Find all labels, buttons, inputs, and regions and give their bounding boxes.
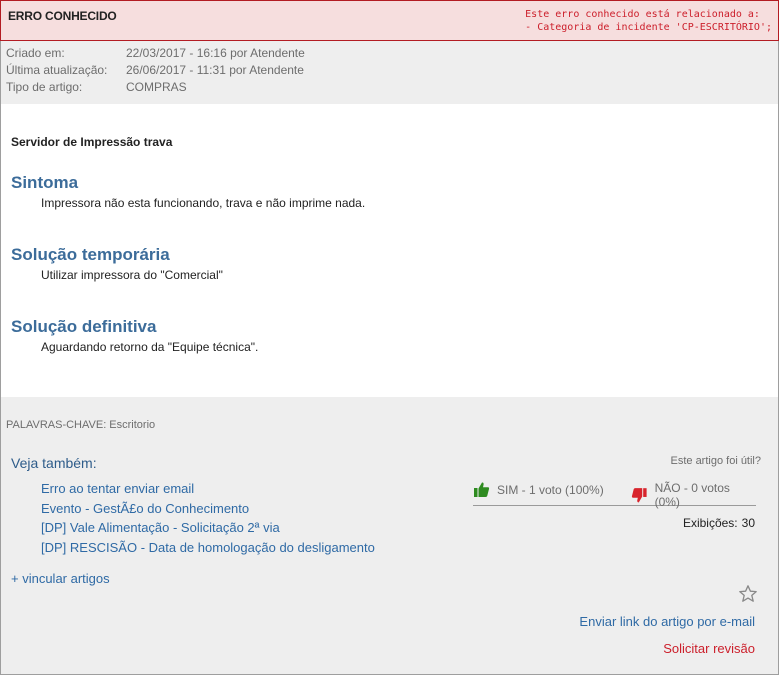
views-count: Exibições: 30 [683, 516, 755, 530]
see-also-link[interactable]: Evento - GestÃ£o do Conhecimento [41, 499, 375, 519]
meta-value: 22/03/2017 - 16:16 por Atendente [126, 46, 305, 60]
meta-value: 26/06/2017 - 11:31 por Atendente [126, 63, 304, 77]
related-note-line-2: - Categoria de incidente 'CP-ESCRITÓRIO'… [525, 22, 772, 33]
meta-label: Criado em: [6, 46, 65, 60]
known-error-header: ERRO CONHECIDO Este erro conhecido está … [0, 0, 779, 41]
article-metadata: Criado em: 22/03/2017 - 16:16 por Atende… [1, 41, 778, 104]
views-label: Exibições: [682, 516, 738, 530]
related-note: Este erro conhecido está relacionado a: … [525, 8, 772, 34]
see-also-link[interactable]: [DP] RESCISÃO - Data de homologação do d… [41, 538, 375, 558]
keywords: PALAVRAS-CHAVE: Escritorio [6, 419, 156, 431]
link-articles-button[interactable]: + vincular artigos [11, 571, 110, 586]
vote-yes-label: SIM - 1 voto (100%) [497, 482, 604, 497]
section-title-workaround: Solução temporária [11, 245, 170, 264]
see-also-link[interactable]: [DP] Vale Alimentação - Solicitação 2ª v… [41, 518, 375, 538]
see-also-title: Veja também: [11, 455, 97, 471]
vote-no-label: NÃO - 0 votos (0%) [654, 481, 730, 509]
article-body: Servidor de Impressão trava Sintoma Impr… [1, 104, 778, 397]
related-note-line-1: Este erro conhecido está relacionado a: [525, 9, 760, 20]
article-footer: PALAVRAS-CHAVE: Escritorio Veja também: … [1, 397, 778, 674]
section-text-resolution: Aguardando retorno da "Equipe técnica". [41, 340, 259, 354]
meta-label: Última atualização: [6, 63, 108, 77]
email-link-button[interactable]: Enviar link do artigo por e-mail [579, 614, 755, 629]
article-subject: Servidor de Impressão trava [11, 135, 173, 149]
section-title-resolution: Solução definitiva [11, 317, 157, 336]
see-also-link[interactable]: Erro ao tentar enviar email [41, 479, 375, 499]
useful-question: Este artigo foi útil? [670, 455, 762, 467]
section-text-symptom: Impressora não esta funcionando, trava e… [41, 196, 366, 210]
vote-yes-button[interactable]: SIM - 1 voto (100%) [473, 481, 604, 498]
meta-label: Tipo de artigo: [6, 80, 83, 94]
star-icon[interactable] [738, 584, 758, 604]
thumbs-down-icon [631, 487, 647, 502]
page-title: ERRO CONHECIDO [8, 9, 117, 23]
views-value: 30 [741, 516, 755, 530]
section-text-workaround: Utilizar impressora do "Comercial" [41, 268, 223, 282]
meta-value: COMPRAS [126, 80, 187, 94]
vote-bar: SIM - 1 voto (100%) NÃO - 0 votos (0%) [473, 479, 756, 509]
see-also-list: Erro ao tentar enviar email Evento - Ges… [41, 479, 375, 557]
vote-no-button[interactable]: NÃO - 0 votos (0%) [631, 481, 756, 509]
section-title-symptom: Sintoma [11, 173, 79, 192]
thumbs-up-icon [474, 482, 490, 497]
request-review-button[interactable]: Solicitar revisão [663, 641, 755, 656]
